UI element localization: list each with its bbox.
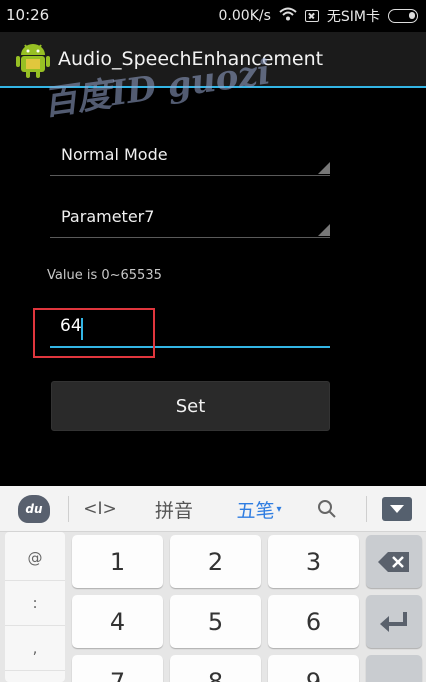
baidu-input-logo-icon: du — [18, 495, 50, 523]
mode-spinner[interactable]: Normal Mode — [50, 140, 330, 176]
pinyin-tab[interactable]: 拼音 — [146, 486, 202, 532]
enter-button[interactable] — [366, 595, 422, 648]
action-bar: Audio_SpeechEnhancement — [0, 32, 426, 88]
symbol-key[interactable]: , — [5, 626, 65, 671]
value-range-hint: Value is 0~65535 — [47, 268, 162, 283]
status-time: 10:26 — [6, 6, 50, 24]
key-1[interactable]: 1 — [72, 535, 163, 588]
network-speed: 0.00K/s — [218, 8, 271, 24]
status-indicators: 0.00K/s 无SIM卡 — [211, 6, 418, 26]
keyboard-toolbar: du <I> 拼音 五笔 ▾ — [0, 486, 426, 532]
key-7[interactable]: 7 — [72, 655, 163, 682]
hide-keyboard-icon — [382, 497, 412, 521]
key-4[interactable]: 4 — [72, 595, 163, 648]
cursor-move-button[interactable]: <I> — [80, 486, 120, 532]
dropdown-arrow-icon — [318, 224, 330, 236]
toolbar-divider — [68, 496, 69, 522]
key-5[interactable]: 5 — [170, 595, 261, 648]
backspace-icon — [378, 551, 409, 572]
wubi-tab[interactable]: 五笔 ▾ — [226, 486, 292, 532]
key-6[interactable]: 6 — [268, 595, 359, 648]
dropdown-arrow-icon — [318, 162, 330, 174]
sim-status: 无SIM卡 — [326, 9, 380, 25]
symbol-key[interactable]: @ — [5, 536, 65, 581]
keyboard: @ : , 1 2 3 4 5 6 7 8 9 — [0, 532, 426, 682]
key-2[interactable]: 2 — [170, 535, 261, 588]
toolbar-divider — [366, 496, 367, 522]
hide-keyboard-button[interactable] — [378, 486, 416, 532]
wubi-label: 五笔 — [236, 499, 275, 522]
search-button[interactable] — [310, 486, 344, 532]
symbol-key[interactable]: : — [5, 581, 65, 626]
no-sim-icon — [304, 10, 319, 22]
backspace-button[interactable] — [366, 535, 422, 588]
wifi-icon — [279, 7, 297, 25]
enter-icon — [380, 611, 407, 632]
chevron-down-icon: ▾ — [276, 503, 282, 515]
key-8[interactable]: 8 — [170, 655, 261, 682]
du-logo-button[interactable]: du — [14, 486, 54, 532]
status-bar: 10:26 0.00K/s 无SIM卡 — [0, 0, 426, 32]
parameter-spinner-value: Parameter7 — [61, 207, 155, 226]
battery-icon — [388, 9, 418, 23]
search-icon — [318, 500, 336, 518]
parameter-spinner[interactable]: Parameter7 — [50, 202, 330, 238]
mode-spinner-value: Normal Mode — [61, 145, 168, 164]
function-key[interactable] — [366, 655, 422, 682]
highlight-box — [33, 308, 155, 358]
set-button[interactable]: Set — [51, 381, 330, 431]
app-title: Audio_SpeechEnhancement — [58, 48, 324, 70]
android-icon — [16, 42, 50, 78]
key-9[interactable]: 9 — [268, 655, 359, 682]
key-3[interactable]: 3 — [268, 535, 359, 588]
symbol-column[interactable]: @ : , — [5, 532, 65, 682]
